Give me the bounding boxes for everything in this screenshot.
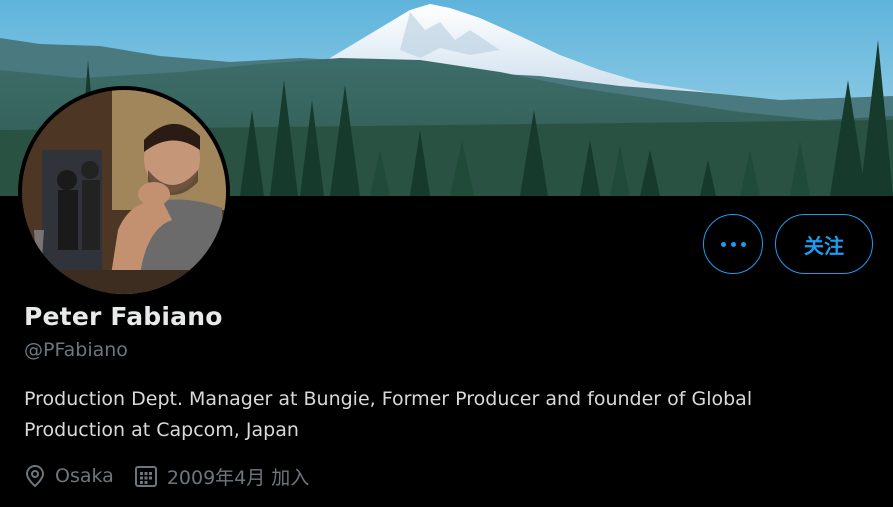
ellipsis-icon [718, 241, 748, 247]
location-text: Osaka [55, 465, 114, 487]
profile-meta: Osaka 2009年4月 加入 [24, 461, 329, 491]
profile-location: Osaka [24, 464, 114, 488]
bio-line: Production at Capcom, Japan [24, 419, 299, 441]
avatar-photo [22, 90, 226, 294]
profile-bio: Production Dept. Manager at Bungie, Form… [24, 384, 874, 446]
joined-text: 2009年4月 加入 [166, 466, 310, 489]
calendar-icon [134, 466, 157, 487]
profile-avatar[interactable] [18, 86, 230, 298]
profile-joined: 2009年4月 加入 [134, 463, 309, 490]
follow-button[interactable]: 关注 [775, 214, 873, 274]
profile-name: Peter Fabiano [24, 302, 223, 331]
more-options-button[interactable] [703, 214, 763, 274]
bio-line: Production Dept. Manager at Bungie, Form… [24, 388, 753, 410]
profile-handle: @PFabiano [24, 339, 128, 361]
location-pin-icon [25, 464, 45, 488]
